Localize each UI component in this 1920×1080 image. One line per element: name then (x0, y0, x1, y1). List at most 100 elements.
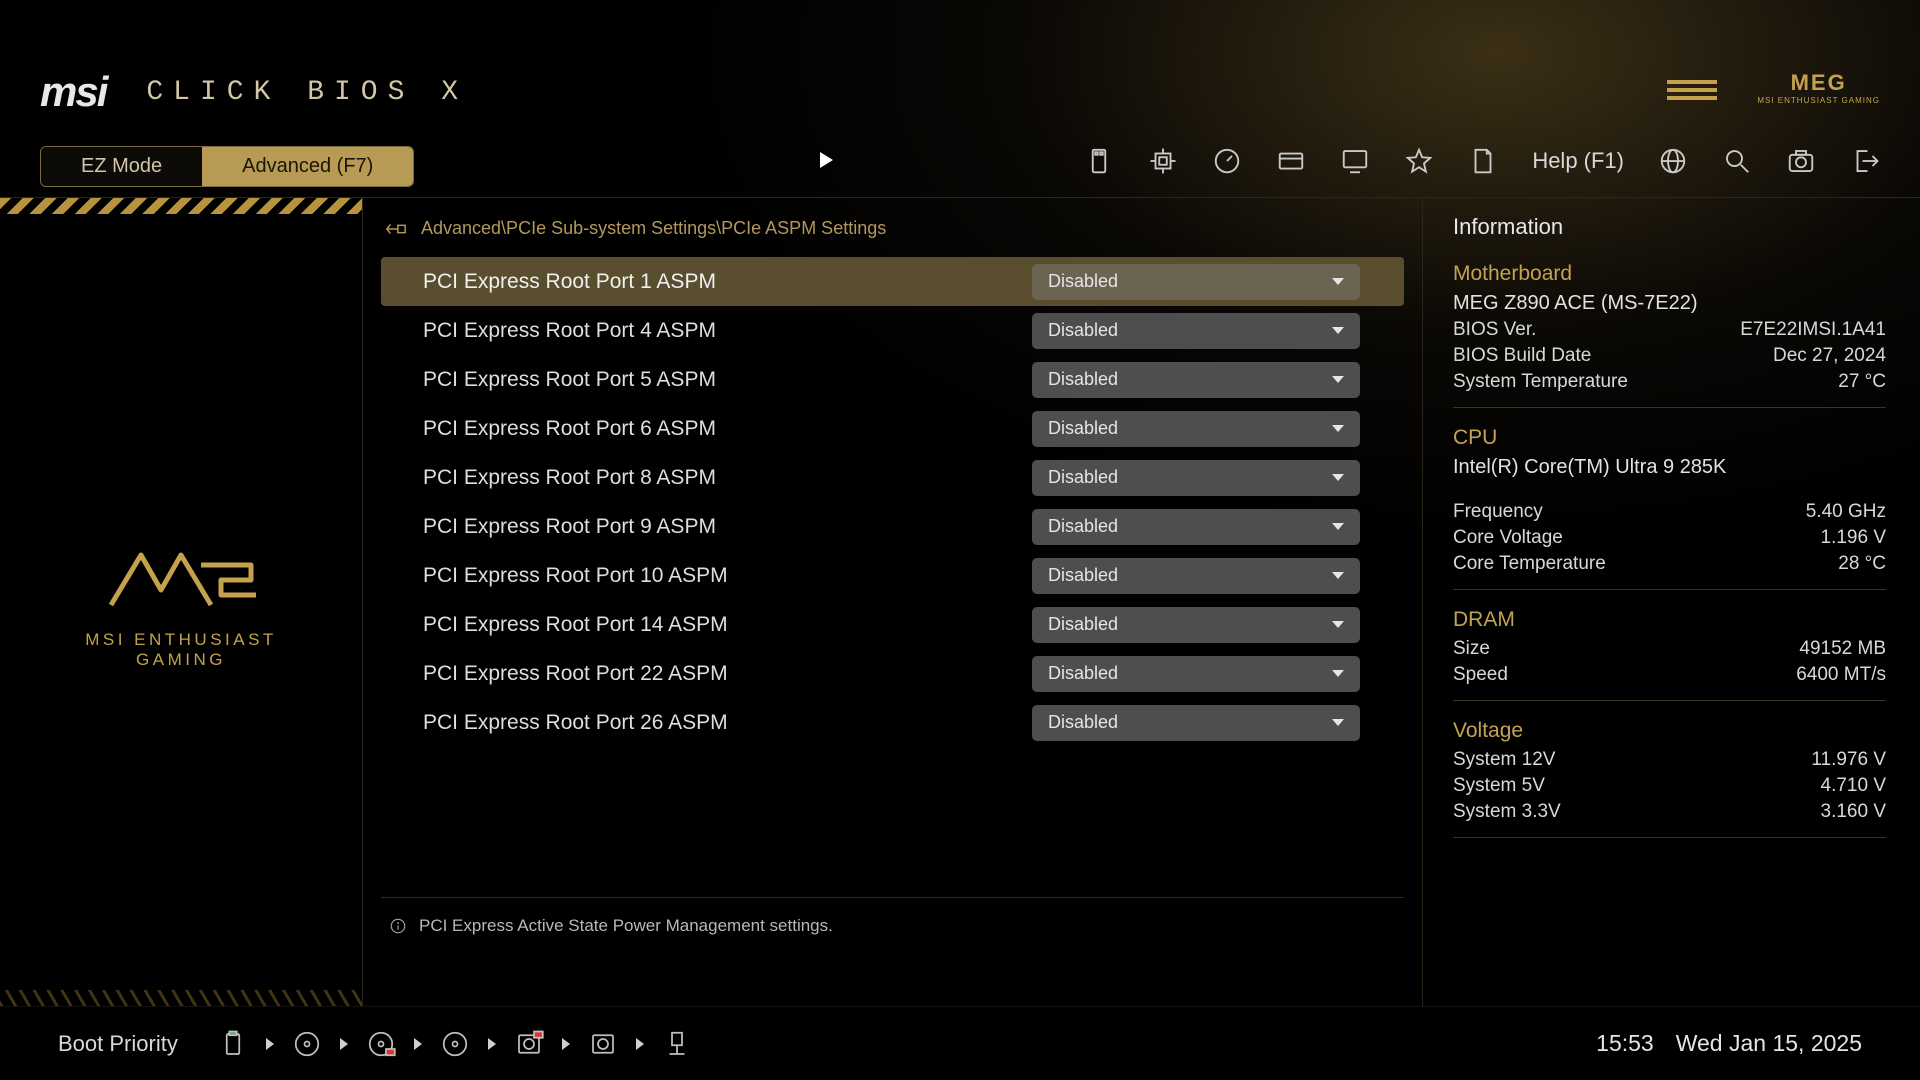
info-cpu-freq: 5.40 GHz (1806, 501, 1886, 523)
globe-icon[interactable] (1658, 146, 1688, 176)
setting-dropdown[interactable]: Disabled (1032, 509, 1360, 545)
boot-device-network[interactable] (662, 1029, 692, 1059)
help-button[interactable]: Help (F1) (1532, 148, 1624, 174)
setting-value: Disabled (1048, 614, 1118, 635)
chevron-right-icon (266, 1038, 274, 1050)
setting-value: Disabled (1048, 516, 1118, 537)
setting-label: PCI Express Root Port 10 ASPM (423, 564, 1032, 588)
info-mb-model: MEG Z890 ACE (MS-7E22) (1453, 292, 1886, 315)
chevron-right-icon (488, 1038, 496, 1050)
exit-icon[interactable] (1850, 146, 1880, 176)
setting-row[interactable]: PCI Express Root Port 6 ASPMDisabled (381, 404, 1404, 453)
chevron-right-icon (636, 1038, 644, 1050)
info-dram-size: 49152 MB (1799, 638, 1886, 660)
info-dram-speed-label: Speed (1453, 664, 1508, 686)
chevron-down-icon (1332, 670, 1344, 677)
info-sys-temp-label: System Temperature (1453, 371, 1628, 393)
setting-row[interactable]: PCI Express Root Port 8 ASPM Disabled (381, 453, 1404, 502)
setting-dropdown[interactable]: Disabled (1032, 264, 1360, 300)
setting-dropdown[interactable]: Disabled (1032, 460, 1360, 496)
setting-row[interactable]: PCI Express Root Port 5 ASPMDisabled (381, 355, 1404, 404)
setting-row[interactable]: PCI Express Root Port 4 ASPMDisabled (381, 306, 1404, 355)
setting-row[interactable]: PCI Express Root Port 10 ASPMDisabled (381, 551, 1404, 600)
boot-device-hdd-2[interactable] (588, 1029, 618, 1059)
info-mb-title: Motherboard (1453, 262, 1886, 286)
setting-dropdown[interactable]: Disabled (1032, 607, 1360, 643)
boot-device-hdd-1[interactable] (514, 1029, 544, 1059)
setting-dropdown[interactable]: Disabled (1032, 656, 1360, 692)
star-icon[interactable] (1404, 146, 1434, 176)
setting-value: Disabled (1048, 418, 1118, 439)
logo-cluster: msi CLICK BIOS X (40, 68, 468, 116)
divider (1453, 700, 1886, 701)
setting-label: PCI Express Root Port 22 ASPM (423, 662, 1032, 686)
info-bios-ver-label: BIOS Ver. (1453, 319, 1536, 341)
cpu-icon[interactable] (1148, 146, 1178, 176)
document-icon[interactable] (1468, 146, 1498, 176)
info-v5-label: System 5V (1453, 775, 1545, 797)
menu-bars-icon (1667, 78, 1727, 100)
tab-advanced[interactable]: Advanced (F7) (202, 147, 413, 186)
footer: Boot Priority 15:53 Wed Jan 15, 2025 (0, 1006, 1920, 1080)
setting-row[interactable]: PCI Express Root Port 22 ASPMDisabled (381, 649, 1404, 698)
monitor-icon[interactable] (1340, 146, 1370, 176)
info-dram-speed: 6400 MT/s (1796, 664, 1886, 686)
setting-dropdown[interactable]: Disabled (1032, 362, 1360, 398)
search-icon[interactable] (1722, 146, 1752, 176)
info-cpu-volt: 1.196 V (1821, 527, 1887, 549)
setting-row[interactable]: PCI Express Root Port 9 ASPMDisabled (381, 502, 1404, 551)
mode-tabs: EZ Mode Advanced (F7) (40, 146, 414, 187)
chevron-down-icon (1332, 425, 1344, 432)
setting-value: Disabled (1048, 271, 1118, 292)
boot-devices (218, 1029, 692, 1059)
boot-device-usb[interactable] (218, 1029, 248, 1059)
chevron-down-icon (1332, 572, 1344, 579)
boot-device-disc-1[interactable] (292, 1029, 322, 1059)
meg-badge: MEG MSI ENTHUSIAST GAMING (1757, 70, 1880, 105)
chevron-right-icon (562, 1038, 570, 1050)
info-cpu-temp: 28 °C (1838, 553, 1886, 575)
setting-dropdown[interactable]: Disabled (1032, 705, 1360, 741)
setting-label: PCI Express Root Port 1 ASPM (423, 270, 1032, 294)
mouse-cursor-icon (820, 152, 833, 168)
card-icon[interactable] (1276, 146, 1306, 176)
tab-ez-mode[interactable]: EZ Mode (41, 147, 202, 186)
setting-value: Disabled (1048, 369, 1118, 390)
setting-row[interactable]: PCI Express Root Port 14 ASPMDisabled (381, 600, 1404, 649)
settings-list: PCI Express Root Port 1 ASPMDisabledPCI … (381, 257, 1404, 747)
info-cpu-title: CPU (1453, 426, 1886, 450)
chevron-down-icon (1332, 621, 1344, 628)
info-title: Information (1453, 214, 1886, 240)
sidebar: MSI ENTHUSIAST GAMING (0, 198, 362, 1006)
help-bar: PCI Express Active State Power Managemen… (381, 897, 1404, 1006)
setting-row[interactable]: PCI Express Root Port 26 ASPMDisabled (381, 698, 1404, 747)
setting-label: PCI Express Root Port 8 ASPM (423, 466, 1032, 490)
breadcrumb[interactable]: Advanced\PCIe Sub-system Settings\PCIe A… (381, 208, 1404, 257)
divider (1453, 407, 1886, 408)
sidebar-logo-text: MSI ENTHUSIAST GAMING (81, 630, 281, 670)
clock-time: 15:53 (1596, 1030, 1654, 1057)
sidebar-decor-top (0, 198, 362, 214)
back-icon[interactable] (385, 220, 407, 238)
chevron-down-icon (1332, 327, 1344, 334)
info-v33: 3.160 V (1821, 801, 1887, 823)
chevron-down-icon (1332, 376, 1344, 383)
chevron-right-icon (340, 1038, 348, 1050)
setting-label: PCI Express Root Port 4 ASPM (423, 319, 1032, 343)
setting-dropdown[interactable]: Disabled (1032, 313, 1360, 349)
setting-value: Disabled (1048, 467, 1118, 488)
setting-dropdown[interactable]: Disabled (1032, 558, 1360, 594)
boot-device-disc-3[interactable] (440, 1029, 470, 1059)
usb-icon[interactable] (1084, 146, 1114, 176)
setting-row[interactable]: PCI Express Root Port 1 ASPM Disabled (381, 257, 1404, 306)
divider (1453, 589, 1886, 590)
info-bios-ver: E7E22IMSI.1A41 (1740, 319, 1886, 341)
gauge-icon[interactable] (1212, 146, 1242, 176)
camera-icon[interactable] (1786, 146, 1816, 176)
setting-dropdown[interactable]: Disabled (1032, 411, 1360, 447)
chevron-down-icon (1332, 278, 1344, 285)
boot-device-disc-2[interactable] (366, 1029, 396, 1059)
info-v33-label: System 3.3V (1453, 801, 1561, 823)
sidebar-logo: MSI ENTHUSIAST GAMING (81, 535, 281, 670)
sidebar-decor-bottom (0, 990, 362, 1006)
